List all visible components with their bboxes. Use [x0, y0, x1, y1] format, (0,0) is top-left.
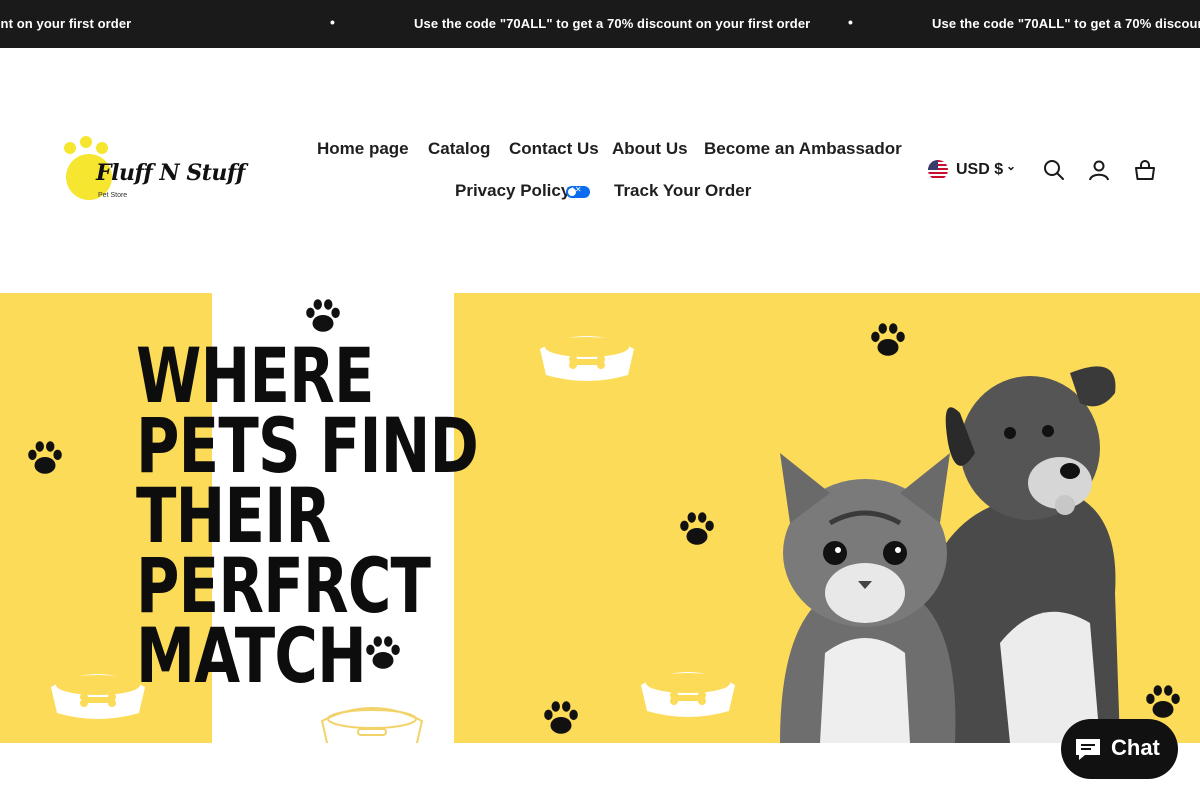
- logo-paw-toe: [80, 136, 92, 148]
- cart-icon[interactable]: [1133, 158, 1157, 182]
- announcement-text: Use the code "70ALL" to get a 70% discou…: [932, 16, 1200, 31]
- paw-print-icon: [28, 441, 62, 474]
- site-header: Fluff N Stuff Pet Store Home page Catalo…: [0, 48, 1200, 293]
- food-bowl-outline-icon: [320, 707, 424, 743]
- hero-headline: WHERE PETS FIND THEIR PERFRCT MATCH: [136, 338, 479, 700]
- nav-home[interactable]: Home page: [317, 139, 409, 159]
- announcement-text: Use the code "70ALL" to get a 70% discou…: [414, 16, 811, 31]
- account-icon[interactable]: [1087, 158, 1111, 182]
- paw-print-icon: [680, 512, 714, 545]
- privacy-choices-icon[interactable]: [566, 185, 590, 198]
- announcement-separator: •: [330, 14, 335, 30]
- headline-line: MATCH: [136, 611, 367, 700]
- cat-and-dog-illustration: [780, 366, 1120, 743]
- food-bowl-icon: [641, 672, 735, 717]
- nav-about[interactable]: About Us: [612, 139, 688, 159]
- nav-contact[interactable]: Contact Us: [509, 139, 599, 159]
- logo-paw-toe: [64, 142, 76, 154]
- announcement-separator: •: [848, 14, 853, 30]
- nav-ambassador[interactable]: Become an Ambassador: [704, 139, 902, 159]
- paw-print-icon: [544, 701, 578, 734]
- food-bowl-icon: [51, 674, 145, 719]
- us-flag-icon: [928, 160, 948, 180]
- search-icon[interactable]: [1042, 158, 1066, 182]
- nav-catalog[interactable]: Catalog: [428, 139, 490, 159]
- hero-banner: WHERE PETS FIND THEIR PERFRCT MATCH: [0, 293, 1200, 743]
- currency-label: USD $: [956, 161, 1004, 178]
- announcement-text: Use the code "70ALL" to get a 70% discou…: [0, 16, 132, 31]
- paw-print-icon: [306, 299, 340, 332]
- chevron-down-icon: ⌄: [1006, 159, 1017, 173]
- nav-track-order[interactable]: Track Your Order: [614, 181, 751, 201]
- logo-paw-toe: [96, 142, 108, 154]
- store-logo[interactable]: Fluff N Stuff Pet Store: [62, 136, 245, 206]
- chat-button[interactable]: Chat: [1061, 719, 1178, 779]
- logo-tagline: Pet Store: [98, 192, 128, 199]
- nav-privacy[interactable]: Privacy Policy: [455, 181, 570, 201]
- chat-label: Chat: [1111, 735, 1160, 760]
- announcement-bar: Use the code "70ALL" to get a 70% discou…: [0, 0, 1200, 48]
- chat-bubble-icon: [1076, 739, 1100, 760]
- food-bowl-icon: [540, 336, 634, 381]
- paw-print-icon: [366, 636, 400, 669]
- logo-wordmark: Fluff N Stuff: [96, 160, 245, 186]
